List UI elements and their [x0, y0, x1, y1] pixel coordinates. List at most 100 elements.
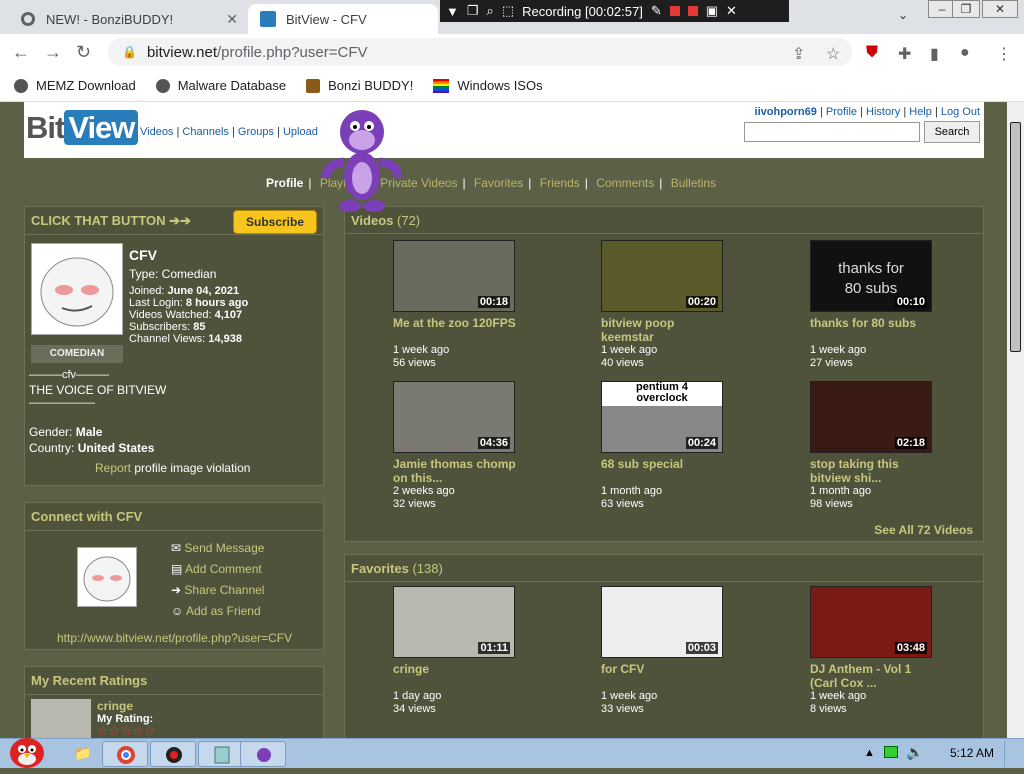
add-friend-link[interactable]: ☺ Add as Friend: [171, 604, 261, 618]
speaker-icon[interactable]: 🔊: [906, 744, 923, 761]
subscribe-button[interactable]: Subscribe: [233, 210, 317, 234]
pause-icon[interactable]: [669, 6, 680, 16]
back-icon[interactable]: ←: [12, 42, 30, 63]
video-title[interactable]: DJ Anthem - Vol 1 (Carl Cox ...: [810, 662, 940, 690]
video-title[interactable]: 68 sub special: [601, 457, 731, 485]
bitview-logo[interactable]: Bit View: [26, 110, 139, 146]
video-title[interactable]: bitview poop keemstar: [601, 316, 731, 344]
angry-bird-start-icon[interactable]: [6, 729, 48, 769]
pen-icon[interactable]: ✎: [651, 3, 662, 19]
bonzibuddy-character[interactable]: [320, 102, 404, 214]
region-icon[interactable]: ⬚: [502, 3, 514, 19]
video-item[interactable]: 00:20 bitview poop keemstar 1 week ago 40…: [601, 240, 731, 370]
video-title[interactable]: stop taking this bitview shi...: [810, 457, 940, 485]
star-icon[interactable]: ☆: [826, 44, 840, 64]
search-button[interactable]: Search: [924, 121, 980, 143]
video-thumbnail[interactable]: 00:03: [601, 586, 723, 658]
video-thumbnail[interactable]: 01:11: [393, 586, 515, 658]
add-comment-link[interactable]: ▤ Add Comment: [171, 562, 262, 576]
subnav-comments[interactable]: Comments: [596, 176, 654, 190]
forward-icon[interactable]: →: [44, 42, 62, 63]
video-item[interactable]: 02:18 stop taking this bitview shi... 1 m…: [810, 381, 940, 511]
nav-upload[interactable]: Upload: [283, 126, 318, 138]
video-thumbnail[interactable]: 04:36: [393, 381, 515, 453]
recorder-taskbar-button[interactable]: [150, 741, 196, 767]
video-thumbnail[interactable]: 00:20: [601, 240, 723, 312]
video-thumbnail[interactable]: 00:18: [393, 240, 515, 312]
favorite-item[interactable]: 01:11 cringe 1 day ago 34 views: [393, 586, 523, 716]
share-icon[interactable]: ⇪: [792, 44, 805, 64]
page-scrollbar[interactable]: [1007, 102, 1024, 738]
video-thumbnail[interactable]: 03:48: [810, 586, 932, 658]
window-icon[interactable]: ❐: [467, 3, 479, 19]
video-title[interactable]: thanks for 80 subs: [810, 316, 940, 344]
close-window-button[interactable]: ✕: [982, 0, 1018, 18]
menu-icon[interactable]: ⋮: [996, 44, 1012, 64]
battery-icon[interactable]: [884, 746, 898, 758]
history-link[interactable]: History: [866, 106, 900, 118]
favorites-box: 01:11 cringe 1 day ago 34 views 00:03 fo…: [344, 582, 984, 738]
chevron-down-icon[interactable]: ⌄: [898, 8, 908, 22]
favorite-item[interactable]: 03:48 DJ Anthem - Vol 1 (Carl Cox ... 1 w…: [810, 586, 940, 716]
bookmark-bonzi[interactable]: Bonzi BUDDY!: [306, 78, 413, 93]
video-item[interactable]: pentium 4 overclock 00:24 68 sub special …: [601, 381, 731, 511]
folder-icon[interactable]: 📁: [74, 745, 91, 762]
see-all-videos-link[interactable]: See All 72 Videos: [874, 523, 973, 537]
stop-icon[interactable]: [687, 6, 698, 16]
clock[interactable]: 5:12 AM: [950, 746, 994, 760]
bookmark-malware[interactable]: Malware Database: [155, 78, 286, 93]
subnav-favorites[interactable]: Favorites: [474, 176, 523, 190]
subnav-bulletins[interactable]: Bulletins: [671, 176, 716, 190]
logout-link[interactable]: Log Out: [941, 106, 980, 118]
bookmark-memz[interactable]: MEMZ Download: [14, 78, 136, 93]
bookmark-windows-isos[interactable]: Windows ISOs: [433, 78, 543, 93]
nav-channels[interactable]: Channels: [182, 126, 228, 138]
search-input[interactable]: [744, 122, 920, 142]
video-title[interactable]: cringe: [393, 662, 523, 690]
close-icon[interactable]: ✕: [226, 11, 238, 28]
username-link[interactable]: iivohporn69: [755, 106, 817, 118]
video-thumbnail[interactable]: pentium 4 overclock 00:24: [601, 381, 723, 453]
scroll-thumb[interactable]: [1010, 122, 1021, 352]
camera-icon[interactable]: ▣: [706, 3, 718, 19]
video-title[interactable]: Jamie thomas chomp on this...: [393, 457, 523, 485]
connect-heading: Connect with CFV: [25, 503, 323, 531]
help-link[interactable]: Help: [909, 106, 932, 118]
subnav-friends[interactable]: Friends: [540, 176, 580, 190]
video-item[interactable]: thanks for 80 subs 00:10 thanks for 80 su…: [810, 240, 940, 370]
nav-groups[interactable]: Groups: [238, 126, 274, 138]
report-link[interactable]: Report: [95, 461, 131, 475]
video-thumbnail[interactable]: 02:18: [810, 381, 932, 453]
video-title[interactable]: for CFV: [601, 662, 731, 690]
ublock-icon[interactable]: ⛊: [866, 44, 878, 62]
sidepanel-icon[interactable]: ▮: [930, 44, 939, 64]
video-item[interactable]: 00:18 Me at the zoo 120FPS 1 week ago 56…: [393, 240, 523, 370]
show-desktop-button[interactable]: [1004, 741, 1020, 767]
video-title[interactable]: Me at the zoo 120FPS: [393, 316, 523, 344]
channel-url[interactable]: http://www.bitview.net/profile.php?user=…: [57, 631, 292, 645]
dropdown-icon[interactable]: ▼: [446, 4, 459, 19]
nav-videos[interactable]: Videos: [140, 126, 173, 138]
recording-bar: ▼ ❐ ⌕ ⬚ Recording [00:02:57] ✎ ▣ ✕: [440, 0, 789, 22]
tray-up-icon[interactable]: ▲: [864, 747, 875, 759]
maximize-button[interactable]: ❐: [952, 0, 980, 18]
close-icon[interactable]: ✕: [726, 3, 737, 19]
share-channel-link[interactable]: ➜ Share Channel: [171, 583, 264, 597]
rating-item-title[interactable]: cringe: [97, 699, 133, 713]
zoom-icon[interactable]: ⌕: [487, 3, 494, 19]
bonzi-taskbar-button[interactable]: [240, 741, 286, 767]
avatar-icon[interactable]: ●: [960, 44, 970, 62]
tab-bitview[interactable]: BitView - CFV: [248, 4, 438, 34]
notepad-taskbar-button[interactable]: [198, 741, 244, 767]
send-message-link[interactable]: ✉ Send Message: [171, 541, 264, 555]
address-bar[interactable]: 🔒 bitview.net/profile.php?user=CFV: [108, 38, 852, 66]
tab-bonzibuddy[interactable]: NEW! - BonziBUDDY! ✕: [8, 4, 248, 34]
profile-link[interactable]: Profile: [826, 106, 857, 118]
chrome-taskbar-button[interactable]: [102, 741, 148, 767]
reload-icon[interactable]: ↻: [76, 42, 91, 63]
subnav-profile[interactable]: Profile: [266, 176, 303, 190]
favorite-item[interactable]: 00:03 for CFV 1 week ago 33 views: [601, 586, 731, 716]
extensions-icon[interactable]: ✚: [898, 44, 911, 64]
video-thumbnail[interactable]: thanks for 80 subs 00:10: [810, 240, 932, 312]
video-item[interactable]: 04:36 Jamie thomas chomp on this... 2 wee…: [393, 381, 523, 511]
